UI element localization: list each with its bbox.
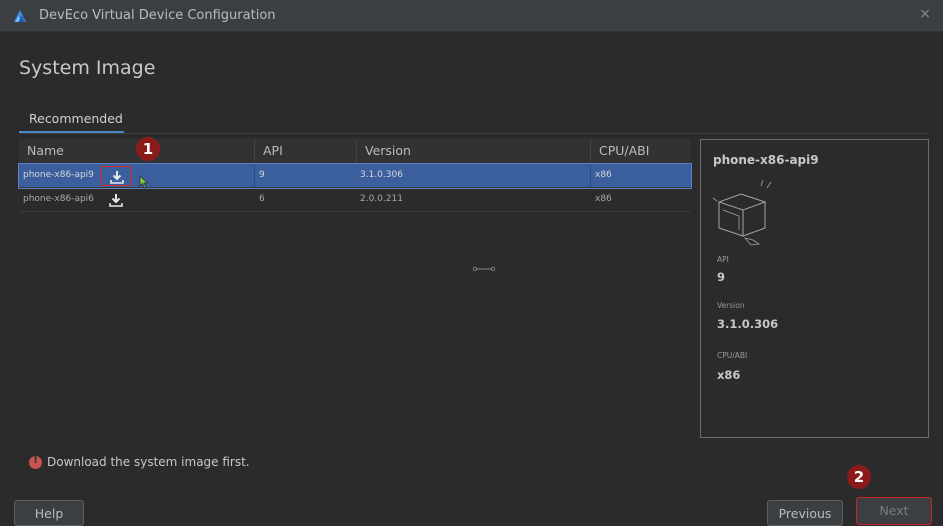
download-icon [110,171,124,184]
row-api: 6 [259,194,265,204]
system-image-table: Name API Version CPU/ABI phone-x86-api9 … [18,139,692,439]
page-title: System Image [19,57,156,79]
empty-box-icon [712,179,772,246]
details-api-label: API [717,255,729,264]
table-row[interactable]: phone-x86-api6 6 2.0.0.211 x86 [19,188,691,212]
title-bar: DevEco Virtual Device Configuration × [0,0,943,32]
tab-divider [19,133,929,134]
tab-recommended[interactable]: Recommended [19,104,124,134]
row-version: 2.0.0.211 [360,194,403,204]
row-name: phone-x86-api9 [23,170,94,180]
details-panel: phone-x86-api9 API 9 Version 3.1.0.306 C… [700,139,929,438]
row-version: 3.1.0.306 [360,170,403,180]
column-header-cpu[interactable]: CPU/ABI [590,139,691,163]
step-badge-1: 1 [136,137,160,161]
mouse-cursor-icon [139,175,149,189]
column-header-api[interactable]: API [254,139,356,163]
details-api-value: 9 [717,270,726,284]
details-cpu-label: CPU/ABI [717,351,748,360]
details-version-label: Version [717,301,745,310]
window-title: DevEco Virtual Device Configuration [39,8,276,23]
error-icon [29,455,42,469]
row-cpu: x86 [595,170,612,180]
table-header: Name API Version CPU/ABI [19,139,691,164]
previous-button[interactable]: Previous [767,500,843,526]
download-button[interactable] [101,166,131,186]
details-device-name: phone-x86-api9 [713,153,819,167]
row-api: 9 [259,170,265,180]
row-cpu: x86 [595,194,612,204]
help-button[interactable]: Help [14,500,84,526]
download-button[interactable] [101,190,131,210]
details-version-value: 3.1.0.306 [717,317,779,331]
close-icon[interactable]: × [919,6,931,22]
details-cpu-value: x86 [717,368,741,382]
error-text: Download the system image first. [47,455,250,469]
download-icon [109,194,123,207]
deveco-logo-icon [14,10,26,22]
column-header-version[interactable]: Version [356,139,590,163]
step-badge-2: 2 [847,465,871,489]
tab-label: Recommended [29,111,123,126]
splitter-handle[interactable] [472,266,496,272]
row-name: phone-x86-api6 [23,194,94,204]
table-row[interactable]: phone-x86-api9 9 3.1.0.306 x86 [18,163,692,189]
